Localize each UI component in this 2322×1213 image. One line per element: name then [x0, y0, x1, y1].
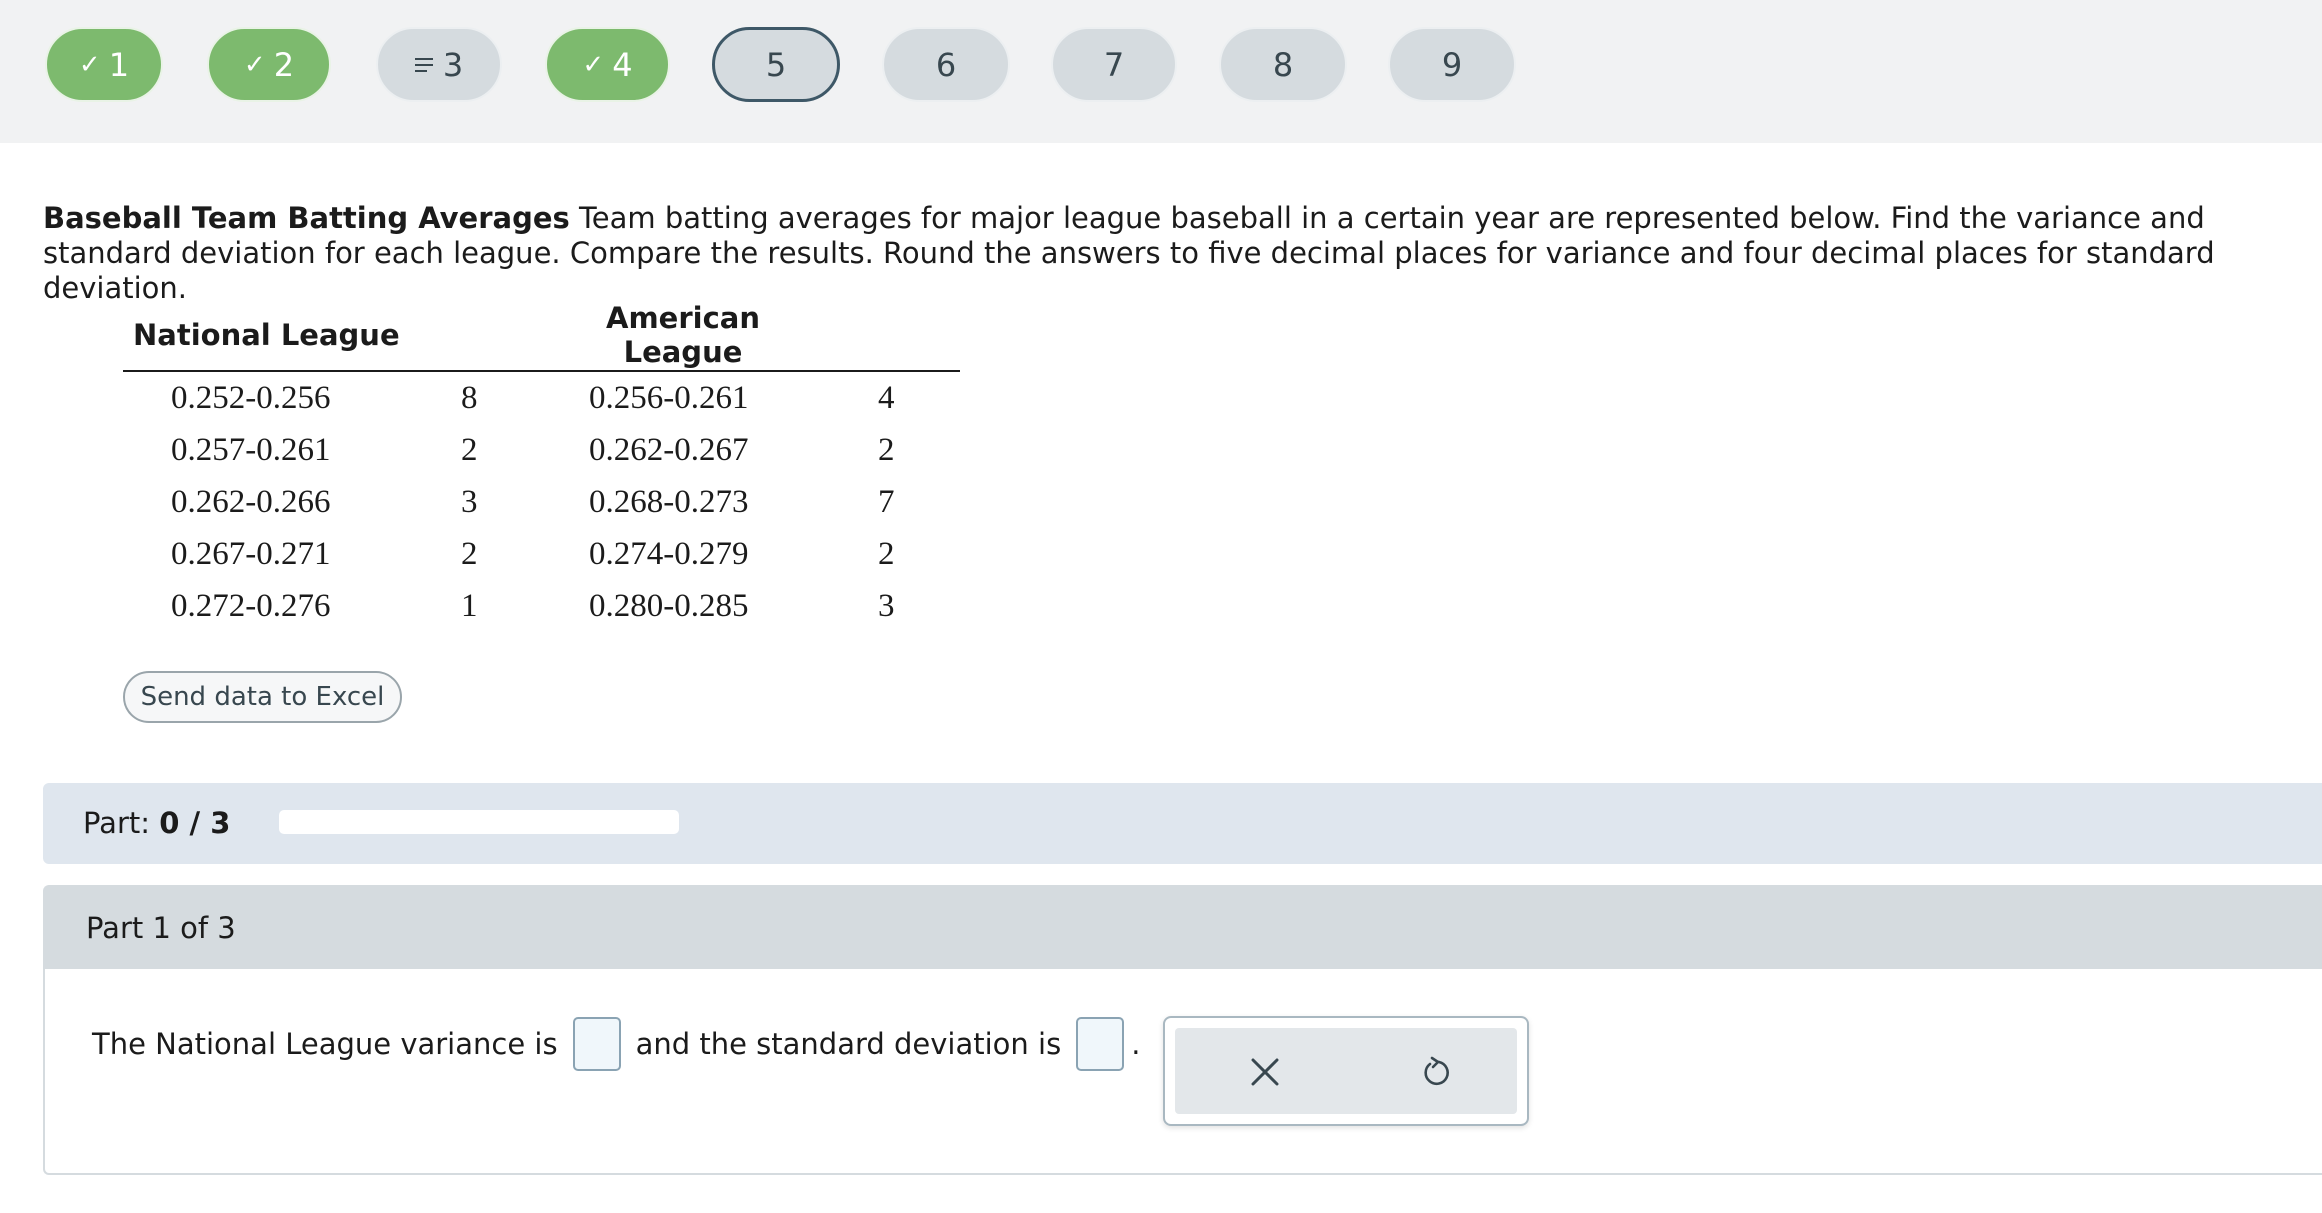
question-3-button[interactable]: 3	[376, 27, 502, 102]
question-5-button[interactable]: 5	[712, 27, 840, 102]
undo-button[interactable]	[1412, 1048, 1460, 1096]
al-class-cell: 0.280-0.285	[589, 588, 749, 624]
question-9-button[interactable]: 9	[1388, 27, 1516, 102]
nl-class-cell: 0.262-0.266	[171, 484, 331, 520]
question-number: 2	[273, 45, 295, 84]
question-8-button[interactable]: 8	[1219, 27, 1347, 102]
american-league-header: American League	[606, 301, 760, 369]
progress-track	[279, 810, 679, 834]
al-frequency-cell: 2	[878, 536, 895, 572]
answer-sentence: The National League variance is and the …	[92, 1017, 1140, 1071]
question-number: 8	[1272, 45, 1294, 84]
table-row: 0.252-0.256 8 0.256-0.261 4	[123, 380, 960, 432]
answer-text-before: The National League variance is	[92, 1027, 558, 1061]
undo-icon	[1424, 1056, 1449, 1086]
part-progress-bar: Part: 0 / 3	[43, 783, 2322, 864]
answer-text-middle: and the standard deviation is	[635, 1027, 1062, 1061]
nl-frequency-cell: 2	[461, 536, 478, 572]
part-progress-prefix: Part:	[83, 806, 151, 840]
check-icon: ✓	[78, 49, 101, 80]
answer-tools-inner	[1175, 1028, 1517, 1114]
nl-frequency-cell: 2	[461, 432, 478, 468]
question-number: 1	[108, 45, 130, 84]
part-1-heading: Part 1 of 3	[86, 911, 236, 945]
al-frequency-cell: 2	[878, 432, 895, 468]
al-frequency-cell: 3	[878, 588, 895, 624]
question-1-button[interactable]: ✓ 1	[45, 27, 163, 102]
check-icon: ✓	[243, 49, 266, 80]
nl-frequency-cell: 8	[461, 380, 478, 416]
nl-class-cell: 0.252-0.256	[171, 380, 331, 416]
table-row: 0.262-0.266 3 0.268-0.273 7	[123, 484, 960, 536]
question-number: 5	[765, 45, 787, 84]
national-league-header: National League	[133, 318, 400, 352]
part-progress-label: Part: 0 / 3	[83, 806, 230, 840]
send-to-excel-button[interactable]: Send data to Excel	[123, 671, 402, 723]
answer-tools-panel	[1163, 1016, 1529, 1126]
question-number: 6	[935, 45, 957, 84]
al-frequency-cell: 7	[878, 484, 895, 520]
answer-text-after: .	[1131, 1027, 1141, 1061]
al-class-cell: 0.274-0.279	[589, 536, 749, 572]
clear-button[interactable]	[1241, 1048, 1289, 1096]
question-6-button[interactable]: 6	[882, 27, 1010, 102]
nl-class-cell: 0.272-0.276	[171, 588, 331, 624]
nl-class-cell: 0.257-0.261	[171, 432, 331, 468]
al-class-cell: 0.262-0.267	[589, 432, 749, 468]
nl-class-cell: 0.267-0.271	[171, 536, 331, 572]
question-number: 3	[442, 45, 464, 84]
table-row: 0.267-0.271 2 0.274-0.279 2	[123, 536, 960, 588]
nl-frequency-cell: 1	[461, 588, 478, 624]
question-4-button[interactable]: ✓ 4	[545, 27, 670, 102]
lines-icon	[414, 55, 433, 75]
part-1-header: Part 1 of 3	[45, 887, 2322, 969]
problem-title: Baseball Team Batting Averages	[43, 201, 570, 235]
table-row: 0.272-0.276 1 0.280-0.285 3	[123, 588, 960, 640]
question-number: 7	[1103, 45, 1125, 84]
check-icon: ✓	[582, 49, 605, 80]
question-number: 4	[612, 45, 633, 84]
al-frequency-cell: 4	[878, 380, 895, 416]
nl-frequency-cell: 3	[461, 484, 478, 520]
question-7-button[interactable]: 7	[1051, 27, 1177, 102]
close-icon	[1251, 1058, 1279, 1086]
problem-statement: Baseball Team Batting Averages Team batt…	[43, 201, 2283, 306]
question-nav-bar: ✓ 1 ✓ 2 3 ✓ 4 5 6 7 8 9	[0, 0, 2322, 143]
al-class-cell: 0.268-0.273	[589, 484, 749, 520]
part-progress-value: 0 / 3	[159, 806, 231, 840]
al-class-cell: 0.256-0.261	[589, 380, 749, 416]
question-number: 9	[1441, 45, 1463, 84]
header-divider	[123, 370, 960, 372]
variance-input[interactable]	[572, 1017, 621, 1071]
table-row: 0.257-0.261 2 0.262-0.267 2	[123, 432, 960, 484]
question-2-button[interactable]: ✓ 2	[207, 27, 331, 102]
std-deviation-input[interactable]	[1076, 1017, 1125, 1071]
